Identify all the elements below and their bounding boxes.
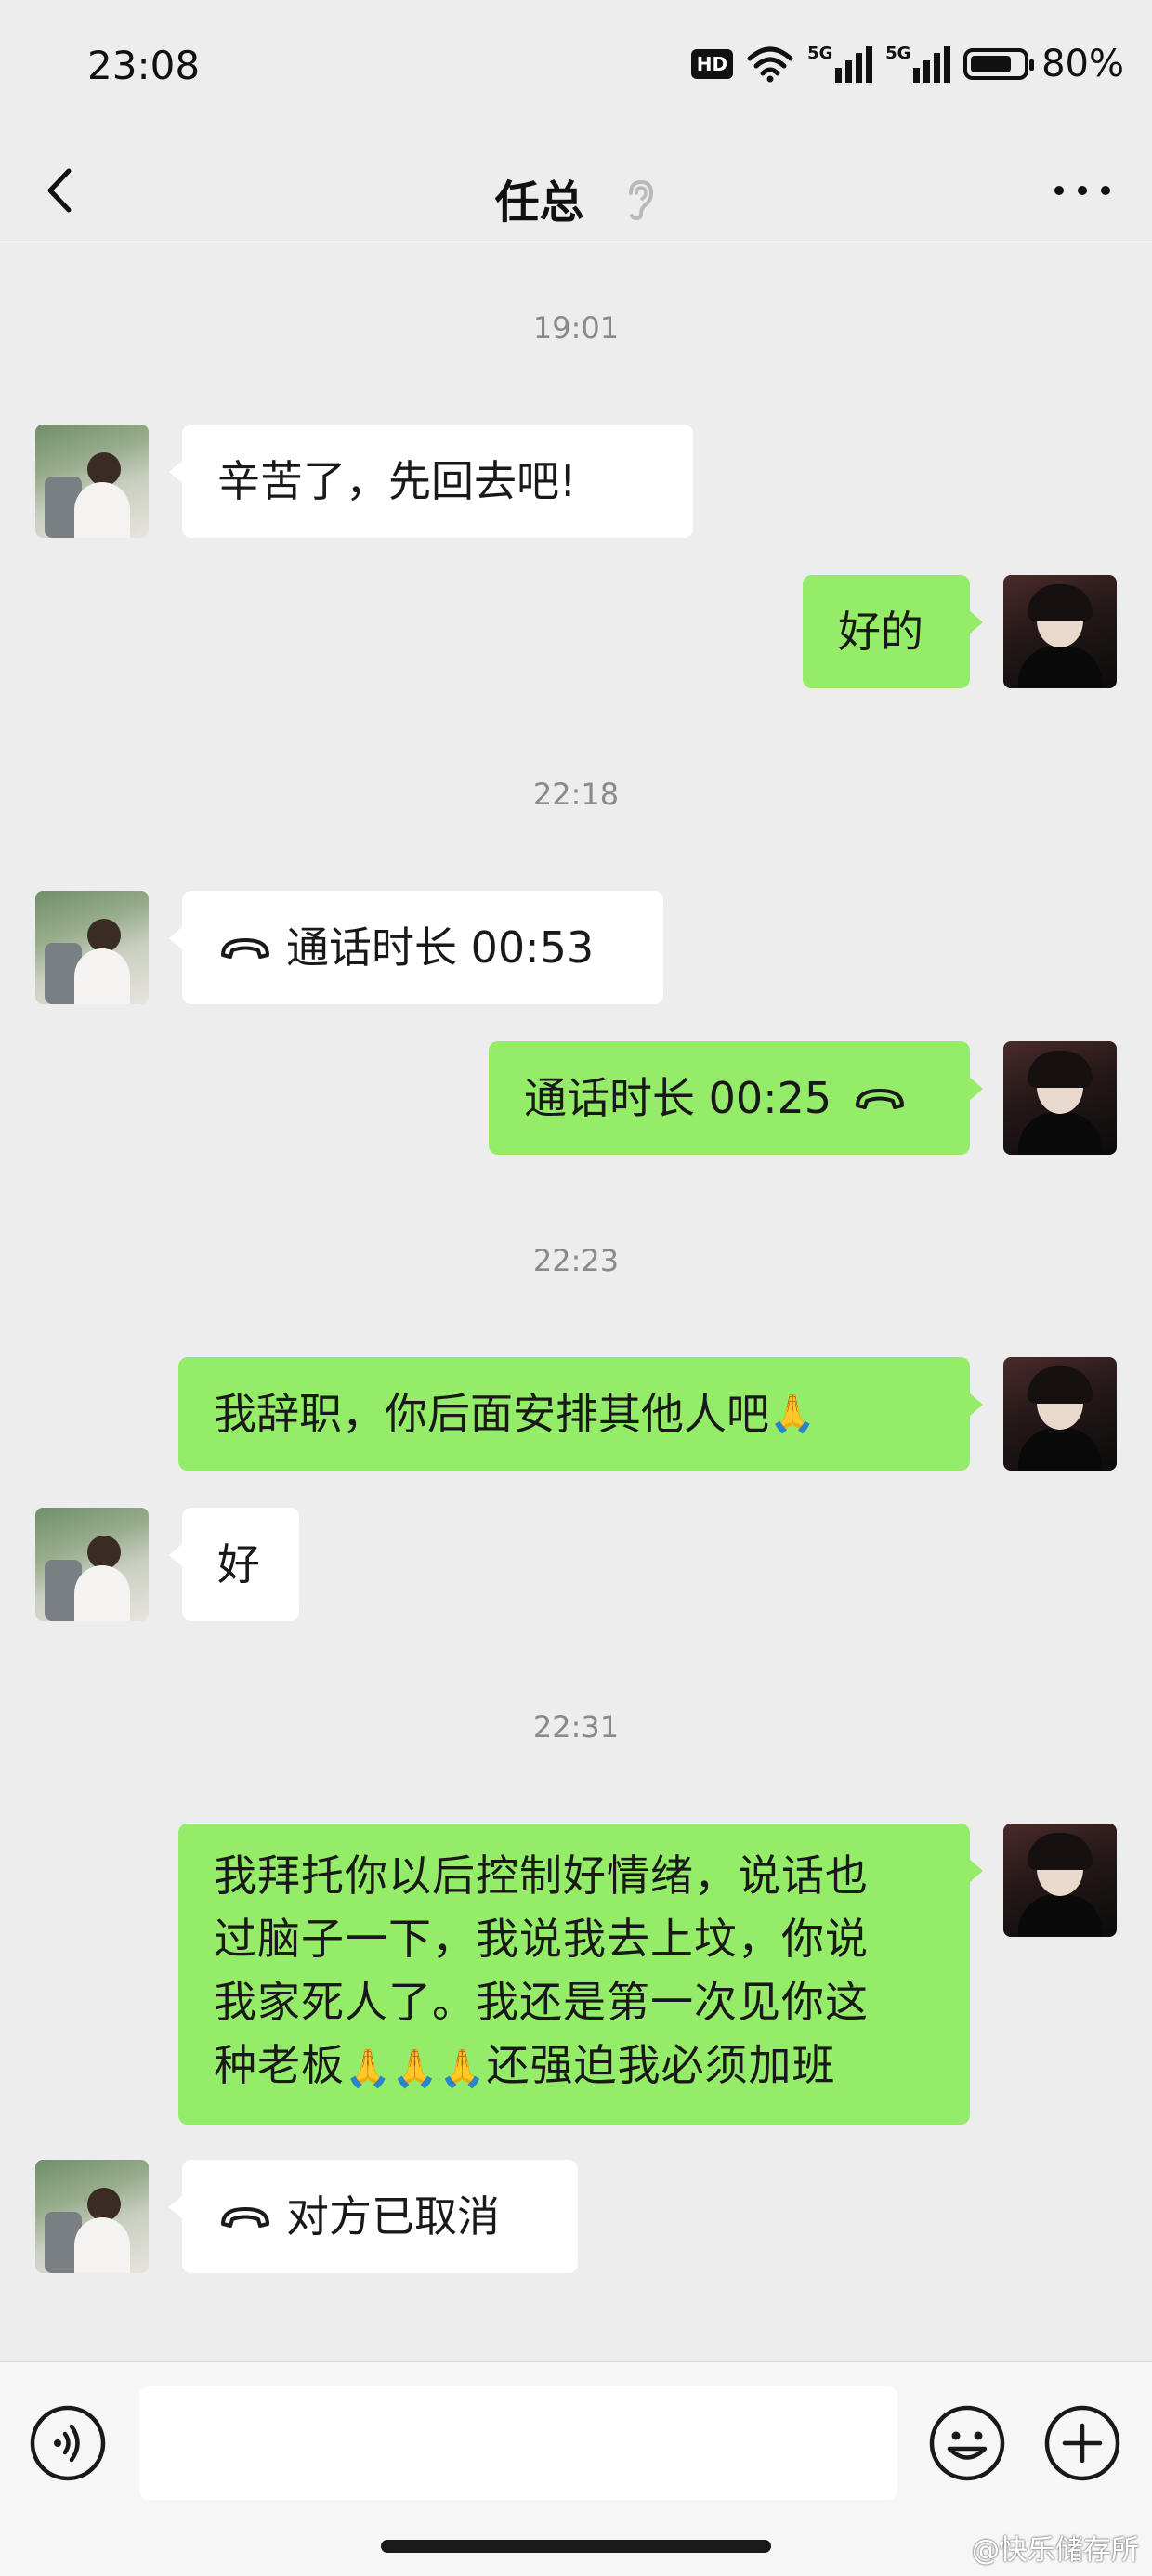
message-bubble-outgoing[interactable]: 好的 [803,575,983,688]
chat-title: 任总 [494,177,584,229]
battery-icon [963,48,1035,80]
message-text: 我拜托你以后控制好情绪，说话也 过脑子一下，我说我去上坟，你说 我家死人了。我还… [214,1844,869,2097]
timestamp: 19:01 [532,310,620,346]
praying-hands-emoji: 🙏 [439,2046,487,2090]
signal-1-label: 5G [807,44,833,63]
voice-input-icon [30,2405,106,2481]
contact-avatar[interactable] [35,1508,149,1621]
ear-icon [623,178,657,232]
cellular-signal-1-icon: 5G [807,44,873,83]
contact-avatar[interactable] [35,891,149,1004]
chat-title-area: 任总 [0,165,1152,232]
praying-hands-emoji: 🙏 [345,2046,392,2090]
status-bar: 23:08 HD 5G 5G 80% [0,0,1152,139]
call-record-outgoing[interactable]: 通话时长 00:25 [489,1041,983,1155]
smiley-icon [929,2405,1005,2481]
more-functions-button[interactable] [1042,2403,1122,2483]
message-text: 辛苦了，先回去吧! [217,456,577,506]
more-dots-icon [1054,186,1110,195]
signal-2-label: 5G [885,44,911,63]
message-input[interactable] [139,2386,897,2500]
message-text: 好的 [838,607,923,657]
text-segment: 还强迫我必须加班 [486,2040,836,2090]
message-bubble-outgoing[interactable]: 我辞职，你后面安排其他人吧 🙏 [178,1357,983,1471]
timestamp: 22:23 [532,1243,620,1278]
call-record-incoming[interactable]: 通话时长 00:53 [169,891,663,1004]
status-time: 23:08 [87,43,201,88]
wifi-icon [747,46,793,83]
my-avatar[interactable] [1003,1824,1117,1937]
message-list[interactable]: 19:01 辛苦了，先回去吧! 好的 22:18 通话时长 00:53 通话时长… [0,242,1152,2360]
my-avatar[interactable] [1003,1357,1117,1471]
system-indicators: HD 5G 5G 80% [690,41,1124,87]
message-line: 过脑子一下，我说我去上坟，你说 [214,1914,869,1964]
contact-avatar[interactable] [35,2160,149,2273]
voice-input-button[interactable] [28,2403,108,2483]
hd-voice-icon: HD [690,49,734,79]
battery-percent: 80% [1041,43,1124,85]
phone-hangup-icon [221,2207,269,2228]
call-record-incoming[interactable]: 对方已取消 [169,2160,578,2273]
home-indicator[interactable] [381,2540,771,2553]
message-line: 我拜托你以后控制好情绪，说话也 [214,1850,869,1901]
call-cancelled-text: 对方已取消 [286,2191,500,2242]
message-bubble-incoming[interactable]: 好 [169,1508,299,1621]
call-duration-text: 通话时长 00:53 [286,922,595,973]
plus-icon [1044,2405,1120,2481]
my-avatar[interactable] [1003,575,1117,688]
message-text: 我辞职，你后面安排其他人吧 [214,1389,769,1439]
phone-hangup-icon [221,938,269,959]
praying-hands-emoji: 🙏 [769,1393,816,1435]
cellular-signal-2-icon: 5G [885,44,951,83]
phone-hangup-icon [856,1089,905,1109]
my-avatar[interactable] [1003,1041,1117,1155]
more-options-button[interactable] [1050,167,1115,214]
timestamp: 22:31 [532,1709,620,1745]
message-bubble-outgoing[interactable]: 我拜托你以后控制好情绪，说话也 过脑子一下，我说我去上坟，你说 我家死人了。我还… [178,1824,983,2125]
message-line-with-emoji: 种老板🙏🙏🙏还强迫我必须加班 [214,2033,869,2097]
emoji-button[interactable] [927,2403,1007,2483]
watermark: @快乐储存所 [972,2534,1139,2567]
message-text: 好 [217,1539,260,1589]
timestamp: 22:18 [532,777,620,812]
praying-hands-emoji: 🙏 [391,2046,439,2090]
chat-header: 任总 [0,139,1152,242]
call-duration-text: 通话时长 00:25 [524,1073,832,1123]
message-line: 我家死人了。我还是第一次见你这 [214,1977,869,2027]
message-bubble-incoming[interactable]: 辛苦了，先回去吧! [169,425,693,538]
text-segment: 种老板 [214,2040,345,2090]
contact-avatar[interactable] [35,425,149,538]
